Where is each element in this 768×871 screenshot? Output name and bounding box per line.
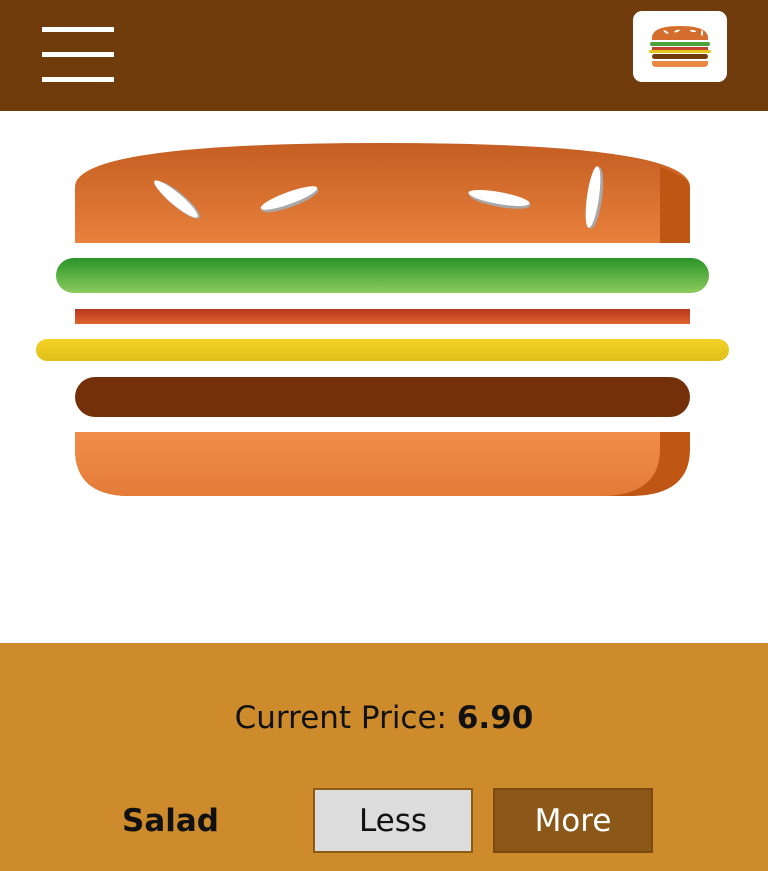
salad-layer <box>56 258 709 293</box>
menu-bar <box>42 27 114 32</box>
less-button[interactable]: Less <box>313 788 473 853</box>
meat-layer <box>75 377 690 417</box>
burger-preview <box>0 111 768 643</box>
menu-bar <box>42 52 114 57</box>
cheese-layer <box>36 339 729 361</box>
ingredient-label: Salad <box>122 803 219 839</box>
menu-bar <box>42 77 114 82</box>
price-label: Current Price: <box>234 700 447 736</box>
bun-bottom <box>75 432 690 496</box>
bacon-layer <box>75 309 690 324</box>
current-price: Current Price: 6.90 <box>0 700 768 736</box>
hamburger-menu-icon[interactable] <box>42 27 114 83</box>
burger-logo-icon[interactable] <box>633 11 727 82</box>
more-button[interactable]: More <box>493 788 653 853</box>
price-value: 6.90 <box>456 700 534 736</box>
bun-top <box>75 143 690 243</box>
build-controls: Current Price: 6.90 Salad Less More <box>0 643 768 871</box>
app-header <box>0 0 768 111</box>
